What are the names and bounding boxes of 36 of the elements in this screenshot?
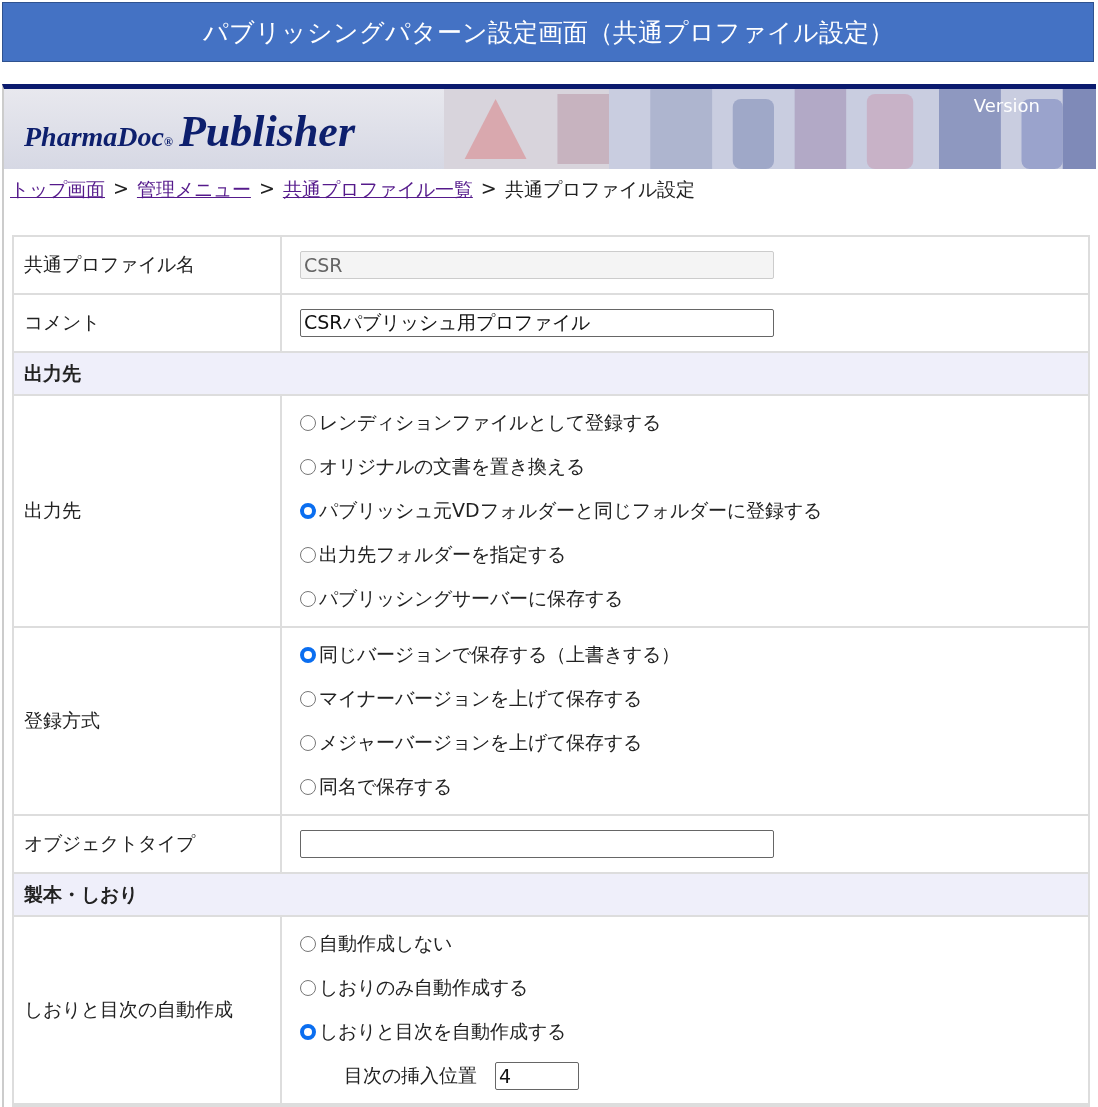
logo-product: Publisher (178, 106, 355, 157)
radio-option[interactable]: 同名で保存する (300, 765, 452, 809)
field-label: 出力先 (24, 498, 81, 523)
registered-mark: ® (164, 135, 173, 150)
field-label: オブジェクトタイプ (24, 831, 195, 856)
breadcrumb-separator: > (113, 177, 129, 201)
text-field[interactable]: CSRパブリッシュ用プロファイル (300, 309, 774, 337)
version-label: Version (973, 95, 1040, 116)
breadcrumb-current: 共通プロファイル設定 (504, 177, 695, 202)
breadcrumb-link[interactable]: 管理メニュー (136, 177, 251, 229)
breadcrumb-separator: > (258, 177, 275, 201)
logo-brand: PharmaDoc (24, 121, 164, 153)
page-title: パブリッシングパターン設定画面（共通プロファイル設定） (202, 16, 894, 49)
section-header: 製本・しおり (14, 874, 1088, 917)
breadcrumb-separator: > (480, 177, 497, 201)
radio-option[interactable]: しおりと目次を自動作成する (300, 1010, 566, 1054)
text-field[interactable]: 4 (495, 1062, 579, 1090)
radio-option[interactable]: 出力先フォルダーを指定する (300, 533, 566, 577)
section-header: 出力先 (14, 353, 1088, 396)
field-label: コメント (24, 310, 100, 335)
radio-option[interactable]: マイナーバージョンを上げて保存する (300, 677, 642, 721)
radio-option[interactable]: オリジナルの文書を置き換える (300, 445, 585, 489)
radio-option[interactable]: メジャーバージョンを上げて保存する (300, 721, 642, 765)
breadcrumb-link[interactable]: 共通プロファイル一覧 (282, 177, 473, 229)
field-label: 共通プロファイル名 (24, 252, 195, 277)
field-label: 目次の挿入位置 (344, 1063, 477, 1088)
radio-option[interactable]: パブリッシュ元VDフォルダーと同じフォルダーに登録する (300, 489, 822, 533)
radio-option[interactable]: レンディションファイルとして登録する (300, 401, 661, 445)
radio-option[interactable]: しおりのみ自動作成する (300, 966, 528, 1010)
radio-option[interactable]: パブリッシングサーバーに保存する (300, 577, 623, 621)
field-label: 登録方式 (24, 708, 100, 733)
radio-option[interactable]: 同じバージョンで保存する（上書きする） (300, 633, 680, 677)
field-label: しおりと目次の自動作成 (24, 997, 233, 1022)
breadcrumb-link[interactable]: トップ画面 (10, 177, 105, 229)
radio-option[interactable]: 自動作成しない (300, 922, 452, 966)
text-field[interactable] (300, 830, 774, 858)
